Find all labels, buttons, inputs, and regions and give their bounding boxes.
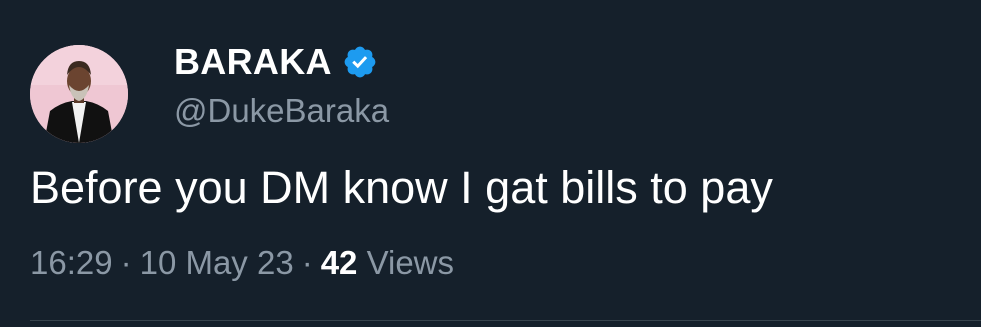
meta-separator: · <box>120 244 132 281</box>
tweet-text: Before you DM know I gat bills to pay <box>30 162 773 213</box>
views-label[interactable]: Views <box>367 244 454 281</box>
tweet: BARAKA @DukeBaraka Before you DM know I … <box>0 0 981 327</box>
tweet-time[interactable]: 16:29 <box>30 244 113 281</box>
meta-separator: · <box>301 244 313 281</box>
author-display-name[interactable]: BARAKA <box>174 41 332 83</box>
verified-badge-icon <box>342 44 378 80</box>
author-handle[interactable]: @DukeBaraka <box>174 92 389 130</box>
tweet-date[interactable]: 10 May 23 <box>140 244 294 281</box>
author-avatar[interactable] <box>30 45 128 143</box>
views-count[interactable]: 42 <box>321 244 358 281</box>
author-name-row[interactable]: BARAKA <box>174 40 378 84</box>
divider <box>30 320 981 321</box>
avatar-photo-icon <box>30 45 128 143</box>
tweet-metadata: 16:29 · 10 May 23 · 42 Views <box>30 244 454 282</box>
